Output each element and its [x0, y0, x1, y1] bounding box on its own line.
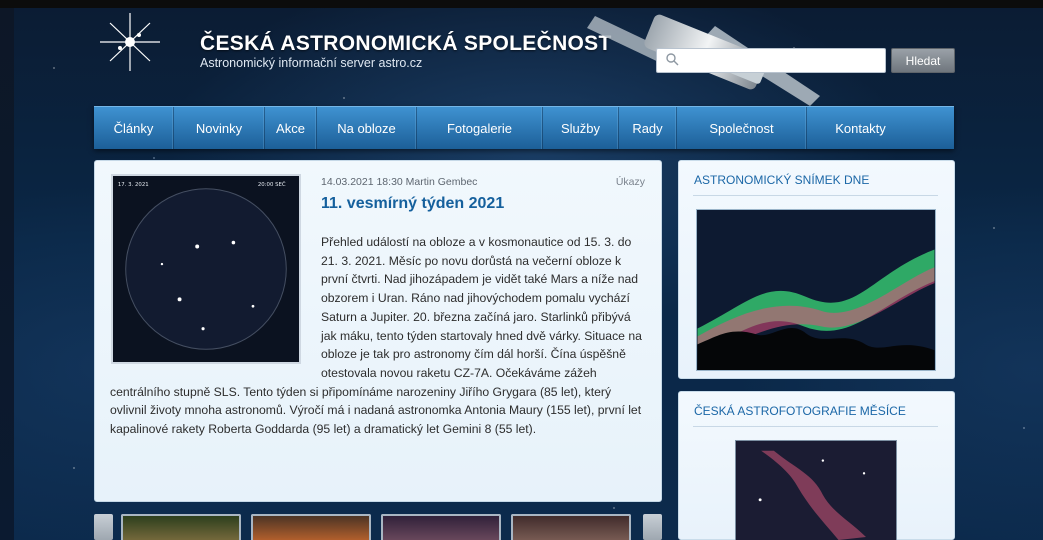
monthly-astrophoto-card: ČESKÁ ASTROFOTOGRAFIE MĚSÍCE	[678, 391, 955, 540]
monthly-astrophoto-divider	[693, 426, 938, 427]
nav-item-rady[interactable]: Rady	[619, 107, 677, 149]
nav-item-clanky[interactable]: Články	[94, 107, 174, 149]
nav-item-sluzby[interactable]: Služby	[543, 107, 619, 149]
milky-way-image[interactable]	[735, 440, 897, 540]
nav-item-novinky[interactable]: Novinky	[174, 107, 265, 149]
nav-item-spolecnost[interactable]: Společnost	[677, 107, 807, 149]
page-left-edge	[0, 8, 14, 540]
nav-item-akce[interactable]: Akce	[265, 107, 317, 149]
browser-top-strip	[0, 0, 1043, 8]
article-category[interactable]: Úkazy	[616, 176, 645, 188]
gallery-thumbnail[interactable]	[381, 514, 501, 540]
search-input[interactable]	[656, 48, 886, 73]
site-subtitle: Astronomický informační server astro.cz	[200, 56, 423, 70]
article-meta: 14.03.2021 18:30 Martin Gembec	[321, 176, 478, 188]
featured-article-card: 17. 3. 2021 20:00 SEČ 14.03.2021 18:30 M…	[94, 160, 662, 502]
gallery-prev-arrow[interactable]	[94, 514, 113, 540]
apod-card: ASTRONOMICKÝ SNÍMEK DNE	[678, 160, 955, 379]
article-body: Přehled událostí na obloze a v kosmonaut…	[110, 235, 642, 437]
gallery-next-arrow[interactable]	[643, 514, 662, 540]
nav-item-fotogalerie[interactable]: Fotogalerie	[417, 107, 543, 149]
gallery-thumbnail[interactable]	[511, 514, 631, 540]
gallery-thumbnail[interactable]	[251, 514, 371, 540]
search-button[interactable]: Hledat	[891, 48, 955, 73]
article-title[interactable]: 11. vesmírný týden 2021	[321, 195, 504, 213]
sky-map-date: 17. 3. 2021	[118, 182, 149, 188]
gallery-strip	[94, 514, 662, 540]
sky-map-time: 20:00 SEČ	[258, 181, 286, 188]
search-icon[interactable]	[665, 52, 679, 66]
nav-item-kontakty[interactable]: Kontakty	[807, 107, 914, 149]
apod-heading[interactable]: ASTRONOMICKÝ SNÍMEK DNE	[694, 173, 869, 187]
site-title[interactable]: ČESKÁ ASTRONOMICKÁ SPOLEČNOST	[200, 32, 612, 56]
monthly-astrophoto-heading[interactable]: ČESKÁ ASTROFOTOGRAFIE MĚSÍCE	[694, 404, 906, 418]
main-navigation: Články Novinky Akce Na obloze Fotogaleri…	[94, 106, 954, 149]
apod-divider	[693, 195, 938, 196]
star-logo-icon[interactable]	[100, 13, 160, 71]
aurora-image[interactable]	[696, 209, 936, 371]
nav-item-na-obloze[interactable]: Na obloze	[317, 107, 417, 149]
gallery-thumbnail[interactable]	[121, 514, 241, 540]
